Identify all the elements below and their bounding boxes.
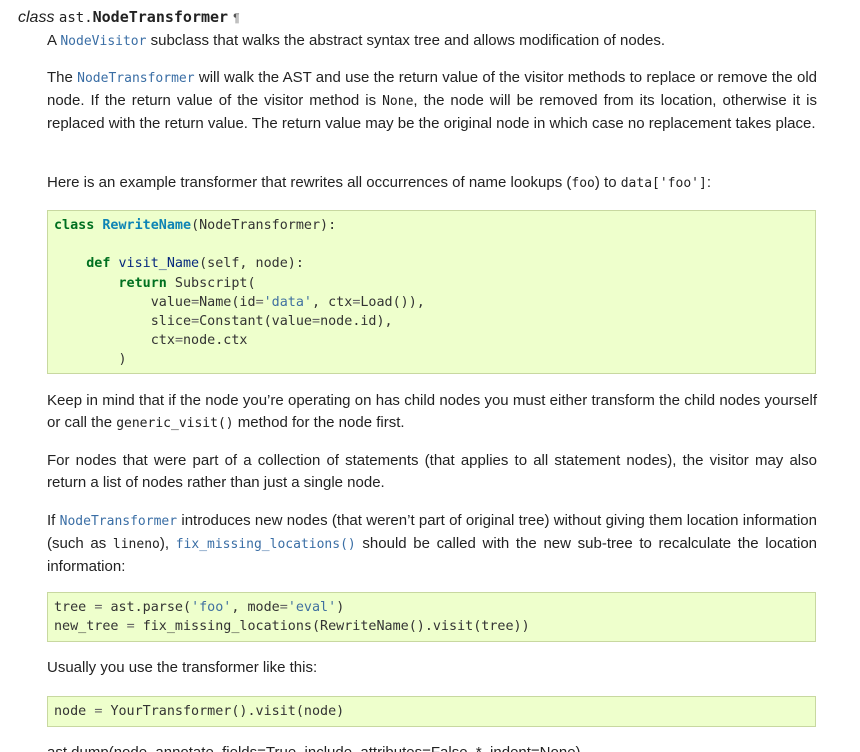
- class-name: NodeTransformer: [92, 8, 229, 26]
- nodetransformer-ref[interactable]: NodeTransformer: [77, 71, 194, 86]
- code-line: def visit_Name(self, node):: [86, 256, 304, 272]
- paragraph-child-nodes: Keep in mind that if the node you’re ope…: [47, 392, 817, 431]
- code-block-parse: tree = ast.parse('foo', mode='eval') new_…: [47, 592, 816, 642]
- code-line: tree = ast.parse('foo', mode='eval'): [54, 600, 345, 615]
- code-line: ctx=node.ctx: [150, 333, 248, 349]
- nodevisitor-link[interactable]: NodeVisitor: [60, 34, 146, 49]
- code-line: new_tree = fix_missing_locations(Rewrite…: [54, 619, 530, 635]
- nodetransformer-ref-2[interactable]: NodeTransformer: [60, 514, 177, 529]
- next-function-signature-cut: ast.dump(node, annotate_fields=True, inc…: [47, 742, 687, 752]
- code-line: value=Name(id='data', ctx=Load()),: [150, 294, 425, 310]
- code-line: return Subscript(: [118, 275, 256, 291]
- fix-missing-locations-link[interactable]: fix_missing_locations(): [176, 537, 356, 552]
- permalink-pilcrow[interactable]: ¶: [233, 11, 239, 25]
- code-line: node = YourTransformer().visit(node): [54, 704, 345, 719]
- paragraph-example-intro: Here is an example transformer that rewr…: [47, 174, 711, 191]
- paragraph-intro: A NodeVisitor subclass that walks the ab…: [47, 32, 666, 49]
- code-line: slice=Constant(value=node.id),: [150, 314, 393, 330]
- lineno-literal: lineno: [112, 537, 160, 552]
- none-literal: None: [382, 94, 414, 109]
- paragraph-usage: Usually you use the transformer like thi…: [47, 659, 318, 676]
- class-signature: class ast.NodeTransformer ¶: [18, 6, 240, 29]
- code-line: ): [118, 352, 127, 368]
- class-keyword: class: [18, 9, 55, 26]
- code-block-usage: node = YourTransformer().visit(node): [47, 696, 816, 727]
- paragraph-statement-list: For nodes that were part of a collection…: [47, 452, 817, 491]
- paragraph-behavior: The NodeTransformer will walk the AST an…: [47, 69, 818, 132]
- module-prefix: ast.: [58, 10, 93, 26]
- paragraph-locations: If NodeTransformer introduces new nodes …: [47, 512, 817, 575]
- code-line: class RewriteName(NodeTransformer):: [54, 218, 337, 233]
- generic-visit-literal: generic_visit(): [116, 416, 234, 431]
- code-block-rewritename: class RewriteName(NodeTransformer): def …: [47, 210, 816, 374]
